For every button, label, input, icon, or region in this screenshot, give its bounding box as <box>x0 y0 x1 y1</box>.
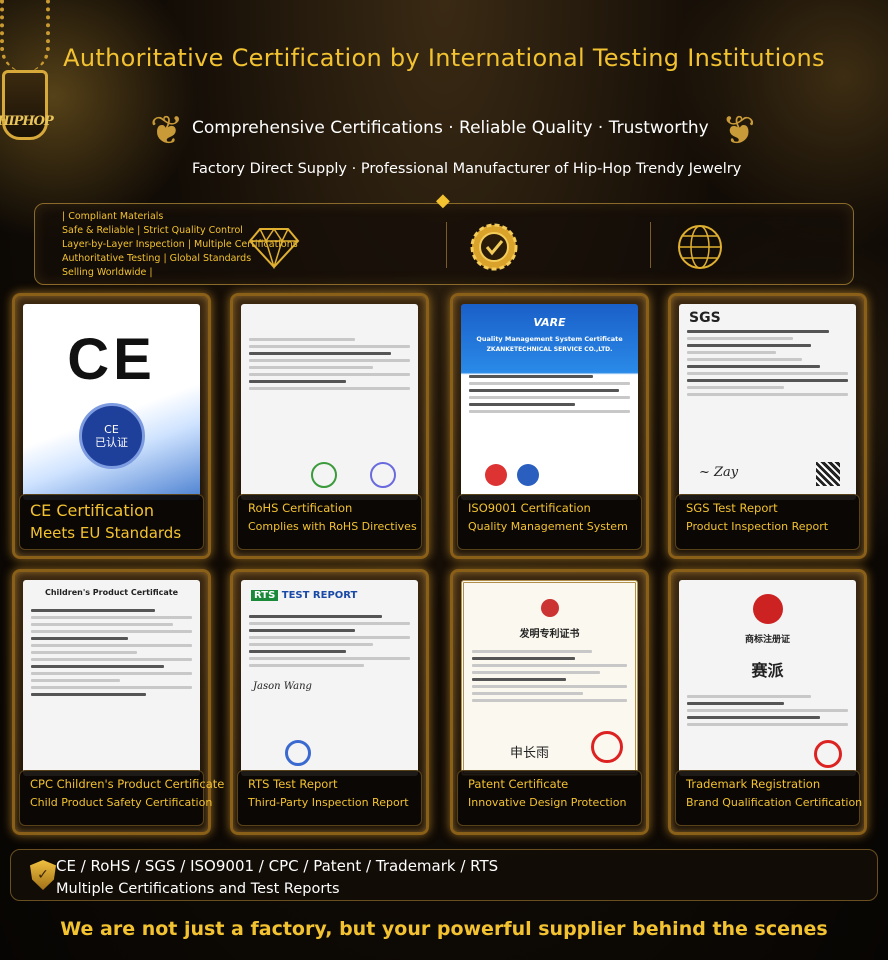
card-title: Trademark Registration <box>686 777 821 791</box>
seal-icon <box>517 464 539 486</box>
certificate-card-trademark[interactable]: 商标注册证 赛派 Trademark Registration Brand Qu… <box>668 569 867 835</box>
signature: ~ Zay <box>699 465 739 480</box>
certificate-card-cpc[interactable]: Children's Product Certificate CPC Child… <box>12 569 225 835</box>
doc-company: ZKANKETECHNICAL SERVICE CO.,LTD. <box>486 346 613 353</box>
certificate-card-ce[interactable]: CE CE 已认证 CE Certification Meets EU Stan… <box>12 293 211 559</box>
card-subtitle: Quality Management System <box>468 520 628 533</box>
patent-certificate-image: 发明专利证书 申长雨 <box>461 580 638 776</box>
seal-icon <box>311 462 337 488</box>
ce-certificate-image: CE CE 已认证 <box>23 304 200 500</box>
laurel-left-icon: ❦ <box>150 108 184 154</box>
certificate-card-rohs[interactable]: RoHS Certification Complies with RoHS Di… <box>230 293 429 559</box>
quality-badge-icon <box>468 222 520 272</box>
brand-name: 赛派 <box>751 661 784 680</box>
qr-code <box>816 462 840 486</box>
card-title: RoHS Certification <box>248 501 353 515</box>
sgs-logo: SGS <box>689 310 721 326</box>
card-title: SGS Test Report <box>686 501 778 515</box>
card-caption: ISO9001 Certification Quality Management… <box>457 494 642 550</box>
card-caption: CE Certification Meets EU Standards <box>19 494 204 550</box>
ce-mark: CE <box>67 327 156 392</box>
doc-header: Children's Product Certificate <box>44 588 179 597</box>
card-title: CE Certification <box>30 501 155 520</box>
laurel-right-icon: ❦ <box>722 108 756 154</box>
national-emblem <box>752 594 783 624</box>
card-caption: Trademark Registration Brand Qualificati… <box>675 770 863 826</box>
card-subtitle: Innovative Design Protection <box>468 796 627 809</box>
certificate-card-sgs[interactable]: SGS ~ Zay SGS Test Report Product Inspec… <box>668 293 867 559</box>
eu-seal: CE 已认证 <box>78 403 145 469</box>
trademark-certificate-image: 商标注册证 赛派 <box>679 580 856 776</box>
card-subtitle: Child Product Safety Certification <box>30 796 213 809</box>
subtitle-primary: Comprehensive Certifications · Reliable … <box>192 118 709 138</box>
seal-icon <box>370 462 396 488</box>
logo-text: HIPHOP <box>0 114 54 129</box>
card-subtitle: Third-Party Inspection Report <box>248 796 409 809</box>
card-caption: Patent Certificate Innovative Design Pro… <box>457 770 642 826</box>
rohs-certificate-image <box>241 304 418 500</box>
divider <box>446 222 447 268</box>
footer-tagline: We are not just a factory, but your powe… <box>60 918 828 940</box>
cpc-certificate-image: Children's Product Certificate <box>23 580 200 776</box>
card-subtitle: Product Inspection Report <box>686 520 829 533</box>
card-title: RTS Test Report <box>248 777 338 791</box>
card-subtitle: Brand Qualification Certification <box>686 796 863 809</box>
iso-certificate-image: VARE Quality Management System Certifica… <box>461 304 638 500</box>
certificate-card-iso9001[interactable]: VARE Quality Management System Certifica… <box>450 293 649 559</box>
seal-icon <box>285 740 311 766</box>
subtitle-secondary: Factory Direct Supply · Professional Man… <box>192 161 742 177</box>
sgs-report-image: SGS ~ Zay <box>679 304 856 500</box>
red-seal-icon <box>591 731 623 763</box>
certification-summary: Multiple Certifications and Test Reports <box>56 881 340 897</box>
diamond-icon <box>248 222 300 272</box>
certificate-card-patent[interactable]: 发明专利证书 申长雨 Patent Certificate Innovative… <box>450 569 649 835</box>
seal-icon <box>485 464 507 486</box>
red-seal-icon <box>814 740 842 768</box>
card-title: ISO9001 Certification <box>468 501 591 515</box>
card-caption: SGS Test Report Product Inspection Repor… <box>675 494 860 550</box>
patent-emblem <box>540 599 559 617</box>
divider <box>650 222 651 268</box>
card-caption: RoHS Certification Complies with RoHS Di… <box>237 494 422 550</box>
hiphop-pendant: HIPHOP <box>0 70 54 140</box>
doc-header: 商标注册证 <box>744 635 790 645</box>
rts-logo: RTS TEST REPORT <box>251 590 418 601</box>
card-subtitle: Meets EU Standards <box>30 524 182 542</box>
doc-header: 发明专利证书 <box>519 629 580 640</box>
globe-icon <box>674 222 726 272</box>
card-subtitle: Complies with RoHS Directives <box>248 520 417 533</box>
signature: 申长雨 <box>510 746 550 761</box>
certificate-card-rts[interactable]: RTS TEST REPORT Jason Wang RTS Test Repo… <box>230 569 429 835</box>
card-caption: RTS Test Report Third-Party Inspection R… <box>237 770 422 826</box>
signature: Jason Wang <box>253 681 312 692</box>
page-title: Authoritative Certification by Internati… <box>63 44 825 72</box>
certification-list: CE / RoHS / SGS / ISO9001 / CPC / Patent… <box>56 857 499 875</box>
vare-logo: VARE <box>533 316 566 329</box>
card-title: CPC Children's Product Certificate <box>30 777 225 791</box>
rts-report-image: RTS TEST REPORT Jason Wang <box>241 580 418 776</box>
card-caption: CPC Children's Product Certificate Child… <box>19 770 225 826</box>
doc-header: Quality Management System Certificate <box>476 335 623 343</box>
card-title: Patent Certificate <box>468 777 569 791</box>
gem-icon: ◆ <box>436 190 450 211</box>
